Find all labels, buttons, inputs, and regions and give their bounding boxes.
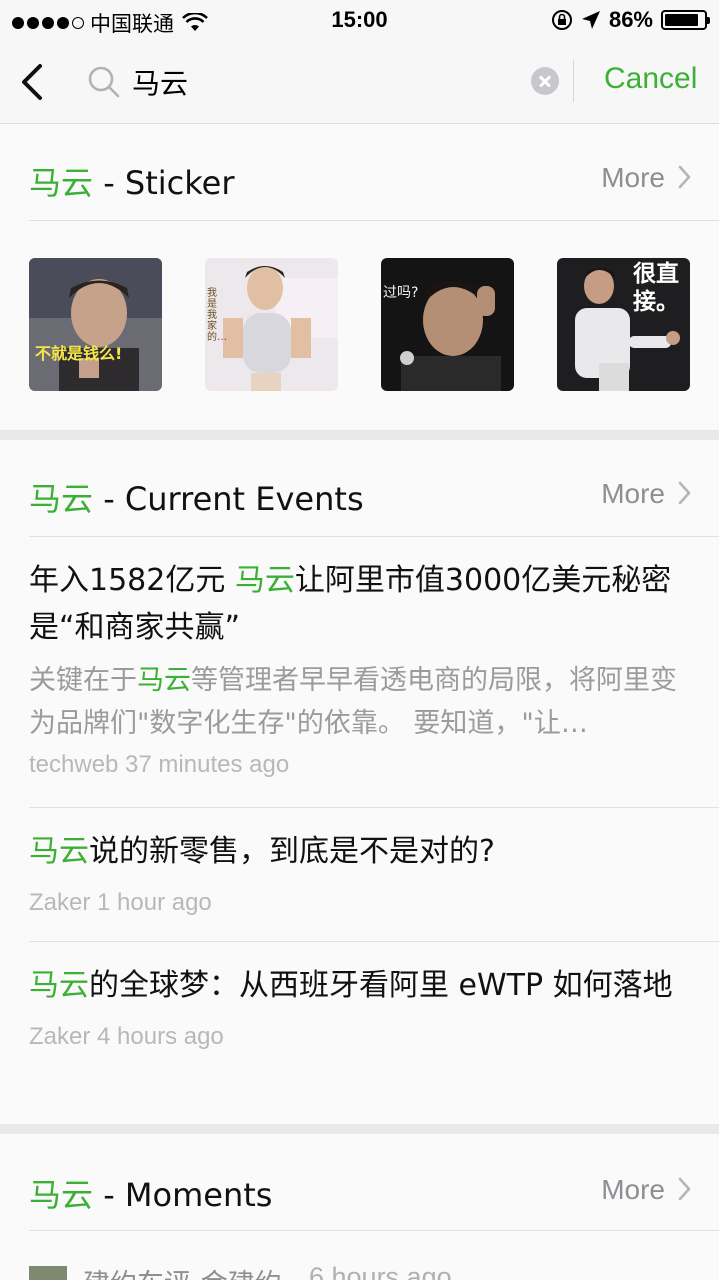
moment-author: 建约车评-金建约	[83, 1262, 282, 1280]
section-title: 马云 - Moments	[29, 1176, 273, 1214]
sticker-4[interactable]: 很直接。	[557, 258, 690, 391]
more-link[interactable]: More	[601, 162, 665, 194]
news-item-2[interactable]: 马云说的新零售，到底是不是对的? Zaker 1 hour ago	[29, 828, 683, 917]
current-events-section-header[interactable]: 马云 - Current Events More	[0, 440, 719, 538]
search-icon	[88, 66, 120, 98]
news-item-1[interactable]: 年入1582亿元 马云让阿里市值3000亿美元秘密是“和商家共赢” 关键在于马云…	[29, 557, 683, 779]
moments-section-header[interactable]: 马云 - Moments More	[0, 1134, 719, 1232]
battery-icon	[661, 10, 710, 30]
moments-section: 马云 - Moments More 建约车评-金建约 6 hours ago	[0, 1134, 719, 1280]
sticker-caption: 过吗?	[383, 285, 419, 301]
avatar	[29, 1266, 67, 1280]
divider	[29, 536, 719, 537]
chevron-right-icon	[678, 481, 691, 505]
more-link[interactable]: More	[601, 1174, 665, 1206]
moment-time: 6 hours ago	[309, 1262, 452, 1280]
search-bar: 马云 Cancel	[0, 40, 719, 124]
section-title: 马云 - Sticker	[29, 164, 235, 202]
sticker-2[interactable]: 我是我家的…	[205, 258, 338, 391]
divider	[29, 807, 719, 808]
sticker-1[interactable]: 不就是钱么!	[29, 258, 162, 391]
divider	[29, 220, 719, 221]
sticker-caption: 我是我家的…	[207, 288, 227, 343]
search-divider	[573, 60, 574, 102]
sticker-caption: 不就是钱么!	[35, 344, 123, 363]
divider	[29, 1230, 719, 1231]
sticker-section-header[interactable]: 马云 - Sticker More	[0, 124, 719, 222]
news-source-time: Zaker 4 hours ago	[29, 1023, 224, 1050]
battery-percent: 86%	[608, 7, 653, 32]
more-link[interactable]: More	[601, 478, 665, 510]
rotation-lock-icon	[551, 10, 572, 30]
news-title: 马云的全球梦：从西班牙看阿里 eWTP 如何落地	[29, 968, 673, 1003]
cancel-button[interactable]: Cancel	[604, 62, 697, 96]
news-title: 年入1582亿元 马云让阿里市值3000亿美元秘密是“和商家共赢”	[29, 563, 672, 645]
location-arrow-icon	[581, 11, 600, 29]
news-item-3[interactable]: 马云的全球梦：从西班牙看阿里 eWTP 如何落地 Zaker 4 hours a…	[29, 962, 683, 1051]
clear-search-icon[interactable]	[531, 67, 559, 95]
section-title: 马云 - Current Events	[29, 480, 364, 518]
sticker-3[interactable]: 过吗?	[381, 258, 514, 391]
battery-fill	[665, 14, 698, 26]
status-bar: 中国联通 15:00 86%	[0, 0, 719, 40]
sticker-caption: 很直接。	[633, 261, 679, 315]
chevron-right-icon	[678, 165, 691, 189]
divider	[29, 941, 719, 942]
status-right: 86%	[551, 7, 710, 33]
news-title: 马云说的新零售，到底是不是对的?	[29, 834, 495, 869]
search-input[interactable]: 马云	[132, 62, 188, 102]
back-arrow-icon[interactable]	[18, 60, 48, 104]
news-source-time: techweb 37 minutes ago	[29, 751, 290, 778]
chevron-right-icon	[678, 1177, 691, 1201]
current-events-section: 马云 - Current Events More 年入1582亿元 马云让阿里市…	[0, 440, 719, 1124]
news-summary: 关键在于马云等管理者早早看透电商的局限，将阿里变为品牌们"数字化生存"的依靠。 …	[29, 665, 677, 739]
news-source-time: Zaker 1 hour ago	[29, 889, 212, 916]
moment-item[interactable]: 建约车评-金建约 6 hours ago	[29, 1262, 629, 1280]
